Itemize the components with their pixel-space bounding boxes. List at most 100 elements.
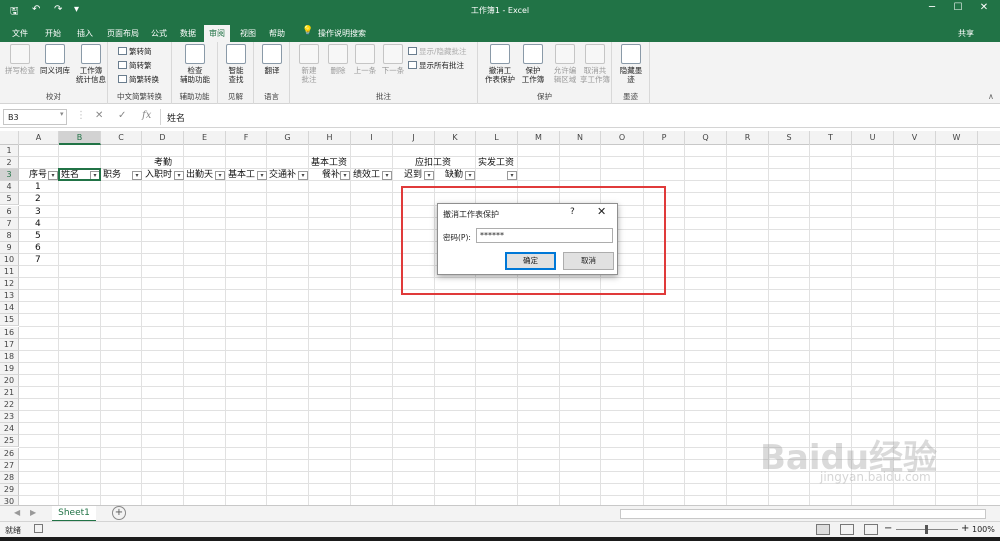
traditional-to-simplified-button[interactable]: 繁转简	[118, 46, 152, 57]
row-header[interactable]: 3	[0, 169, 19, 182]
row-header[interactable]: 29	[0, 483, 19, 496]
filter-dropdown-icon[interactable]: ▾	[424, 170, 434, 180]
row-header[interactable]: 22	[0, 399, 19, 412]
hide-ink-button[interactable]: 隐藏墨 迹	[616, 44, 646, 84]
column-header[interactable]: R	[727, 131, 769, 145]
add-sheet-icon[interactable]: +	[112, 506, 126, 520]
filter-dropdown-icon[interactable]: ▾	[465, 170, 475, 180]
tell-me-search[interactable]: 操作说明搜索	[318, 28, 366, 39]
show-hide-comment-button[interactable]: 显示/隐藏批注	[408, 46, 467, 57]
tab-7[interactable]: 视图	[236, 25, 260, 42]
column-header[interactable]: H	[309, 131, 351, 145]
select-all-corner[interactable]	[0, 131, 19, 145]
zoom-out-icon[interactable]: −	[884, 523, 892, 534]
unshare-workbook-button[interactable]: 取消共 享工作簿	[580, 44, 610, 84]
filter-dropdown-icon[interactable]: ▾	[507, 170, 517, 180]
tab-1[interactable]: 开始	[40, 25, 66, 42]
sheet-tab-sheet1[interactable]: Sheet1	[52, 506, 96, 522]
scroll-sheets-right-icon[interactable]: ▶	[30, 508, 36, 517]
column-header[interactable]: S	[769, 131, 810, 145]
row-header[interactable]: 20	[0, 374, 19, 387]
column-header[interactable]: N	[560, 131, 601, 145]
filter-dropdown-icon[interactable]: ▾	[48, 170, 58, 180]
insert-function-icon[interactable]: fx	[142, 110, 151, 121]
minimize-button[interactable]: ─	[920, 2, 944, 18]
zoom-level[interactable]: 100%	[972, 525, 995, 534]
column-header[interactable]: E	[184, 131, 226, 145]
tab-4[interactable]: 公式	[148, 25, 170, 42]
column-header[interactable]: I	[351, 131, 393, 145]
thesaurus-button[interactable]: 同义词库	[38, 44, 72, 75]
row-header[interactable]: 27	[0, 459, 19, 472]
show-all-comments-button[interactable]: 显示所有批注	[408, 60, 464, 71]
page-layout-view-icon[interactable]	[840, 524, 854, 535]
filter-dropdown-icon[interactable]: ▾	[174, 170, 184, 180]
maximize-button[interactable]: ☐	[946, 2, 970, 18]
row-header[interactable]: 16	[0, 326, 19, 339]
row-header[interactable]: 14	[0, 302, 19, 315]
row-header[interactable]: 11	[0, 266, 19, 278]
dialog-close-icon[interactable]: ✕	[597, 205, 606, 218]
row-header[interactable]: 21	[0, 387, 19, 399]
name-box-dropdown-icon[interactable]: ▾	[60, 110, 64, 118]
delete-comment-button[interactable]: 删除	[326, 44, 350, 75]
workbook-statistics-button[interactable]: 工作簿 统计信息	[76, 44, 106, 84]
row-header[interactable]: 26	[0, 447, 19, 460]
row-header[interactable]: 23	[0, 411, 19, 424]
spell-check-button[interactable]: 拼写检查	[4, 44, 36, 75]
column-header[interactable]: T	[810, 131, 852, 145]
column-header[interactable]: P	[644, 131, 685, 145]
column-header[interactable]: J	[393, 131, 435, 145]
cancel-button[interactable]: 取消	[563, 252, 614, 270]
row-header[interactable]: 28	[0, 471, 19, 484]
cancel-entry-icon[interactable]: ✕	[95, 110, 103, 121]
column-header[interactable]: V	[894, 131, 936, 145]
filter-dropdown-icon[interactable]: ▾	[298, 170, 308, 180]
close-window-button[interactable]: ✕	[972, 2, 996, 18]
confirm-entry-icon[interactable]: ✓	[118, 110, 126, 121]
next-comment-button[interactable]: 下一条	[380, 44, 406, 75]
password-input[interactable]: ******	[476, 228, 613, 243]
check-accessibility-button[interactable]: 检查 辅助功能	[176, 44, 214, 84]
row-header[interactable]: 24	[0, 423, 19, 436]
column-header[interactable]: Q	[685, 131, 727, 145]
row-header[interactable]: 18	[0, 350, 19, 363]
row-header[interactable]: 7	[0, 217, 19, 230]
column-header[interactable]: U	[852, 131, 894, 145]
column-header[interactable]: L	[476, 131, 518, 145]
row-header[interactable]: 13	[0, 290, 19, 303]
filter-dropdown-icon[interactable]: ▾	[340, 170, 350, 180]
column-header[interactable]: D	[142, 131, 184, 145]
zoom-in-icon[interactable]: +	[961, 523, 969, 534]
filter-dropdown-icon[interactable]: ▾	[132, 170, 142, 180]
row-header[interactable]: 15	[0, 314, 19, 327]
tab-3[interactable]: 页面布局	[104, 25, 142, 42]
row-header[interactable]: 10	[0, 253, 19, 266]
column-header[interactable]: M	[518, 131, 560, 145]
column-header[interactable]: A	[19, 131, 59, 145]
tab-0[interactable]: 文件	[6, 25, 34, 42]
tab-6[interactable]: 审阅	[204, 25, 230, 42]
horizontal-scrollbar[interactable]	[620, 509, 986, 519]
smart-lookup-button[interactable]: 智能 查找	[222, 44, 250, 84]
share-button[interactable]: 共享	[958, 28, 974, 39]
tab-2[interactable]: 插入	[72, 25, 98, 42]
column-header[interactable]: O	[601, 131, 644, 145]
name-box[interactable]: B3	[3, 109, 67, 125]
row-header[interactable]: 17	[0, 338, 19, 351]
row-header[interactable]: 2	[0, 157, 19, 170]
selected-cell[interactable]	[58, 168, 101, 182]
simplified-traditional-convert-button[interactable]: 简繁转换	[118, 74, 159, 85]
filter-dropdown-icon[interactable]: ▾	[257, 170, 267, 180]
row-header[interactable]: 5	[0, 193, 19, 206]
column-header[interactable]: F	[226, 131, 267, 145]
row-header[interactable]: 12	[0, 278, 19, 291]
allow-edit-ranges-button[interactable]: 允许编 辑区域	[550, 44, 580, 84]
filter-dropdown-icon[interactable]: ▾	[215, 170, 225, 180]
ok-button[interactable]: 确定	[505, 252, 556, 270]
row-header[interactable]: 4	[0, 181, 19, 194]
row-header[interactable]: 25	[0, 435, 19, 448]
row-header[interactable]: 30	[0, 495, 19, 505]
tab-8[interactable]: 帮助	[266, 25, 288, 42]
row-header[interactable]: 19	[0, 362, 19, 375]
